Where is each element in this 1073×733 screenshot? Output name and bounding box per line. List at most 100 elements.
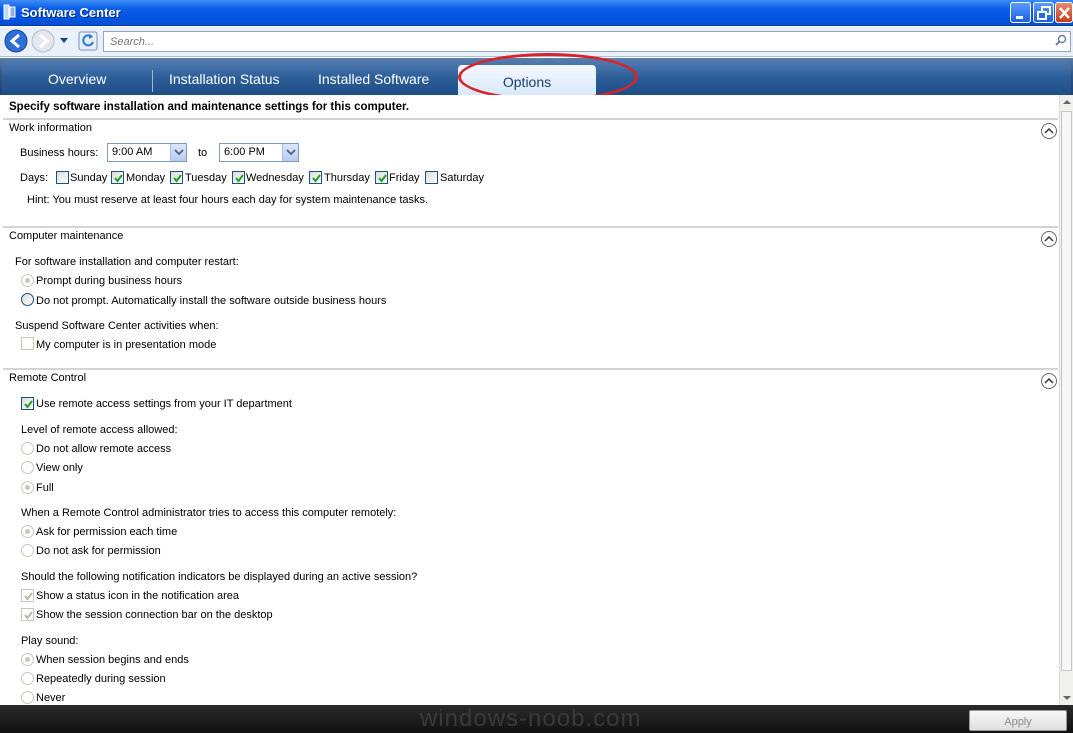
presentation-mode-label: My computer is in presentation mode (36, 339, 217, 351)
section-title-work-information: Work information (9, 122, 92, 134)
admin-access-label: When a Remote Control administrator trie… (21, 507, 397, 519)
tab-installed-software[interactable]: Installed Software (318, 71, 429, 87)
play-sound-label: Play sound: (21, 635, 79, 647)
day-tuesday-label: Tuesday (185, 172, 227, 184)
suspend-label: Suspend Software Center activities when: (15, 320, 219, 332)
access-level-label: Level of remote access allowed: (21, 424, 178, 436)
collapse-remote-control-button[interactable] (1041, 373, 1057, 389)
search-box (103, 31, 1071, 52)
chevron-up-icon (1044, 377, 1054, 384)
collapse-computer-maintenance-button[interactable] (1041, 231, 1057, 247)
day-monday-checkbox[interactable] (111, 171, 124, 184)
day-wednesday-label: Wednesday (246, 172, 304, 184)
day-sunday-label: Sunday (70, 172, 108, 184)
status-icon-checkbox[interactable] (21, 589, 34, 602)
close-icon (1059, 7, 1070, 19)
options-panel: Specify software installation and mainte… (3, 95, 1058, 705)
search-input[interactable] (104, 32, 1044, 51)
navigation-bar (0, 27, 1073, 57)
day-tuesday-checkbox[interactable] (170, 171, 183, 184)
close-button[interactable] (1055, 2, 1073, 23)
no-permission-label: Do not ask for permission (36, 545, 161, 557)
to-label: to (198, 147, 208, 159)
checkmark-icon (173, 174, 182, 183)
no-remote-access-label: Do not allow remote access (36, 443, 172, 455)
end-time-value: 6:00 PM (224, 146, 265, 158)
refresh-icon[interactable] (78, 31, 98, 51)
status-icon-label: Show a status icon in the notification a… (36, 590, 240, 602)
day-wednesday-checkbox[interactable] (232, 171, 245, 184)
back-icon[interactable] (3, 28, 29, 54)
tab-overview[interactable]: Overview (48, 71, 106, 87)
checkmark-icon (24, 592, 33, 601)
presentation-mode-checkbox[interactable] (21, 337, 34, 350)
day-friday-label: Friday (389, 172, 420, 184)
connection-bar-label: Show the session connection bar on the d… (36, 609, 273, 621)
apply-button[interactable]: Apply (969, 710, 1067, 731)
day-sunday-checkbox[interactable] (56, 171, 69, 184)
full-access-radio[interactable] (21, 481, 34, 494)
section-title-computer-maintenance: Computer maintenance (9, 230, 124, 242)
minimize-button[interactable] (1010, 2, 1031, 23)
restore-icon (1037, 6, 1051, 20)
forward-icon[interactable] (30, 28, 56, 54)
day-thursday-label: Thursday (324, 172, 370, 184)
restart-label: For software installation and computer r… (15, 256, 239, 268)
scrollbar-thumb[interactable] (1061, 111, 1072, 671)
sound-begin-end-label: When session begins and ends (36, 654, 189, 666)
checkmark-icon (114, 174, 123, 183)
notification-label: Should the following notification indica… (21, 571, 418, 583)
day-saturday-checkbox[interactable] (425, 171, 438, 184)
connection-bar-checkbox[interactable] (21, 608, 34, 621)
chevron-up-icon (1044, 235, 1054, 242)
view-only-radio[interactable] (21, 461, 34, 474)
collapse-work-information-button[interactable] (1041, 123, 1057, 139)
search-icon[interactable] (1054, 34, 1068, 48)
chevron-up-icon (1044, 127, 1054, 134)
sound-repeatedly-label: Repeatedly during session (36, 673, 166, 685)
checkmark-icon (24, 400, 33, 409)
tab-installation-status[interactable]: Installation Status (169, 71, 280, 87)
day-thursday-checkbox[interactable] (309, 171, 322, 184)
checkmark-icon (235, 174, 244, 183)
scroll-up-icon[interactable] (1060, 95, 1073, 109)
section-divider (3, 118, 1058, 120)
start-time-value: 9:00 AM (112, 146, 153, 158)
page-intro: Specify software installation and mainte… (9, 101, 410, 113)
title-bar: Software Center (0, 0, 1073, 26)
window-title: Software Center (21, 5, 121, 20)
scroll-down-icon[interactable] (1060, 691, 1073, 705)
sound-begin-end-radio[interactable] (21, 653, 34, 666)
checkmark-icon (312, 174, 321, 183)
vertical-scrollbar[interactable] (1059, 95, 1073, 705)
section-divider (3, 226, 1058, 228)
ask-permission-radio[interactable] (21, 525, 34, 538)
full-access-label: Full (36, 482, 54, 494)
end-time-select[interactable]: 6:00 PM (219, 143, 299, 162)
start-time-select[interactable]: 9:00 AM (107, 143, 187, 162)
day-friday-checkbox[interactable] (375, 171, 388, 184)
sound-repeatedly-radio[interactable] (21, 672, 34, 685)
business-hours-label: Business hours: (20, 147, 99, 159)
history-dropdown-icon[interactable] (57, 33, 71, 47)
no-permission-radio[interactable] (21, 544, 34, 557)
tab-bar: Overview Installation Status Installed S… (0, 58, 1073, 95)
section-title-remote-control: Remote Control (9, 372, 87, 384)
footer-bar: windows-noob.com Apply (0, 705, 1073, 733)
chevron-down-icon (174, 149, 184, 156)
day-monday-label: Monday (126, 172, 166, 184)
auto-install-radio[interactable] (21, 293, 34, 306)
sound-never-label: Never (36, 692, 66, 704)
use-it-settings-checkbox[interactable] (21, 397, 34, 410)
day-saturday-label: Saturday (440, 172, 485, 184)
software-center-icon (3, 4, 16, 20)
section-divider (3, 368, 1058, 370)
no-remote-access-radio[interactable] (21, 442, 34, 455)
ask-permission-label: Ask for permission each time (36, 526, 178, 538)
prompt-business-hours-radio[interactable] (21, 274, 34, 287)
restore-button[interactable] (1033, 2, 1054, 23)
use-it-settings-label: Use remote access settings from your IT … (36, 398, 292, 410)
tab-options[interactable]: Options (458, 65, 596, 95)
sound-never-radio[interactable] (21, 691, 34, 704)
prompt-business-hours-label: Prompt during business hours (36, 275, 183, 287)
